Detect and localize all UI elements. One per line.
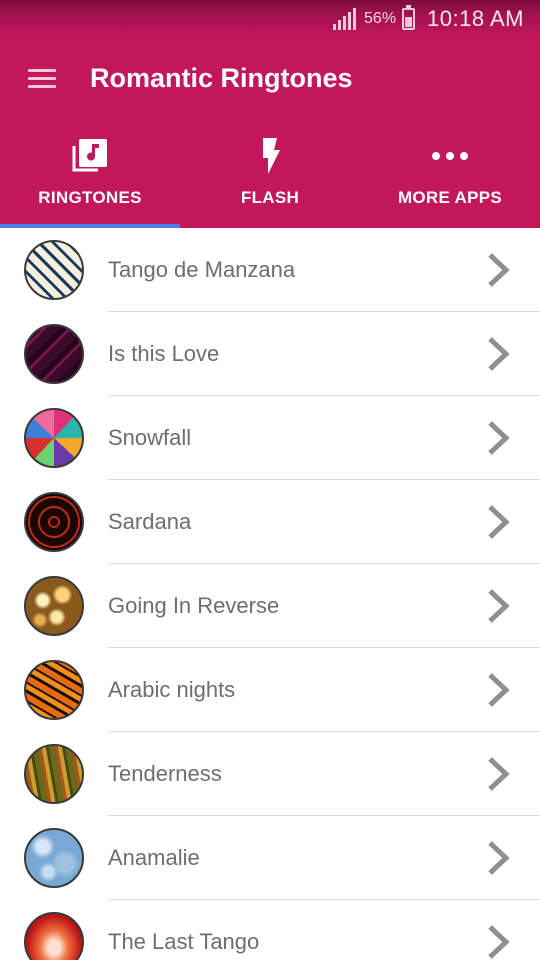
tab-ringtones[interactable]: RINGTONES [0,122,180,228]
list-item[interactable]: Tango de Manzana [0,228,540,312]
list-item[interactable]: The Last Tango [0,900,540,960]
ringtone-name: Going In Reverse [108,593,280,618]
ringtone-name: Snowfall [108,425,192,450]
signal-icon [331,8,357,30]
ringtone-thumbnail [24,492,84,552]
chevron-right-icon [488,757,510,791]
tab-more-apps[interactable]: MORE APPS [360,122,540,228]
list-item[interactable]: Tenderness [0,732,540,816]
list-item[interactable]: Sardana [0,480,540,564]
hamburger-menu-icon[interactable] [28,69,56,89]
flash-icon [263,138,280,174]
battery-percent: 56% [364,10,397,27]
ringtone-name: Tango de Manzana [108,257,296,282]
app-bar: Romantic Ringtones [0,38,540,122]
ringtone-list: Tango de Manzana Is this Love Snowfall S… [0,228,540,960]
tab-ringtones-label: RINGTONES [38,188,142,207]
ringtone-thumbnail [24,408,84,468]
list-item[interactable]: Snowfall [0,396,540,480]
chevron-right-icon [488,841,510,875]
ringtone-name: Sardana [108,509,192,534]
more-dots-icon [432,152,468,160]
ringtone-thumbnail [24,660,84,720]
ringtone-thumbnail [24,576,84,636]
tab-flash-label: FLASH [240,188,300,207]
chevron-right-icon [488,925,510,959]
ringtone-name: Anamalie [108,845,200,870]
music-library-icon [72,139,107,172]
list-item[interactable]: Anamalie [0,816,540,900]
battery-icon [402,5,416,30]
tab-bar: RINGTONES FLASH MORE APPS [0,122,540,228]
chevron-right-icon [488,505,510,539]
chevron-right-icon [488,589,510,623]
status-bar: 56% 10:18 AM [0,0,540,38]
ringtone-name: The Last Tango [108,929,260,954]
list-item[interactable]: Is this Love [0,312,540,396]
status-indicators: 56% 10:18 AM [331,5,524,33]
ringtone-name: Tenderness [108,761,222,786]
status-clock: 10:18 AM [427,6,524,31]
chevron-right-icon [488,337,510,371]
ringtone-thumbnail [24,828,84,888]
chevron-right-icon [488,421,510,455]
ringtone-thumbnail [24,324,84,384]
list-item[interactable]: Arabic nights [0,648,540,732]
chevron-right-icon [488,253,510,287]
chevron-right-icon [488,673,510,707]
ringtone-name: Is this Love [108,341,220,366]
ringtone-thumbnail [24,240,84,300]
tab-flash[interactable]: FLASH [180,122,360,228]
list-item[interactable]: Going In Reverse [0,564,540,648]
app-title: Romantic Ringtones [90,63,353,93]
ringtone-thumbnail [24,912,84,960]
tab-more-apps-label: MORE APPS [397,188,503,207]
ringtone-thumbnail [24,744,84,804]
ringtone-name: Arabic nights [108,677,236,702]
